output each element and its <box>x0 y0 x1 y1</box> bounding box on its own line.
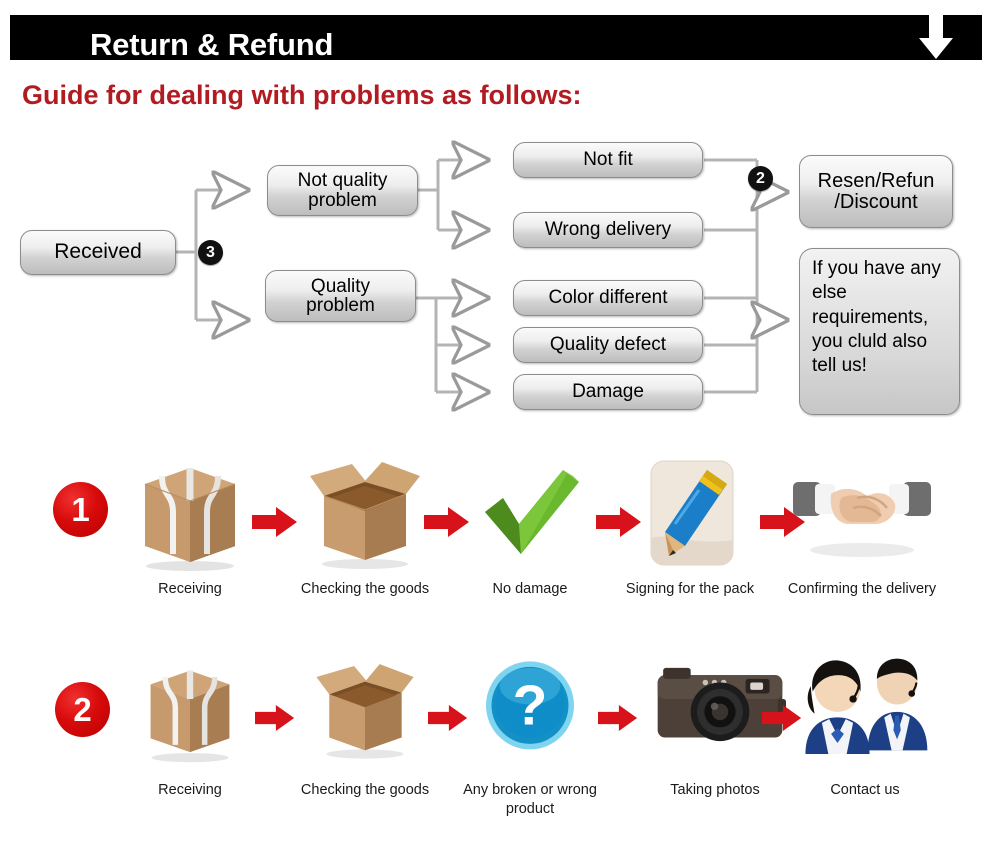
sealed-box-icon <box>115 454 265 574</box>
badge-resolution-2: 2 <box>748 166 773 191</box>
step-badge-2-label: 2 <box>73 690 92 728</box>
process-step-caption: Receiving <box>158 581 222 597</box>
process-step-caption: Signing for the pack <box>625 581 755 597</box>
step-badge-1-label: 1 <box>71 490 90 528</box>
process-step-caption: Contact us <box>830 782 900 798</box>
badge-branch-3-label: 3 <box>206 243 215 261</box>
svg-text:?: ? <box>513 675 548 738</box>
support-people-icon <box>790 655 940 775</box>
process-step-caption: Receiving <box>158 782 222 798</box>
node-quality-problem: Quality problem <box>265 270 416 322</box>
badge-branch-3: 3 <box>198 240 223 265</box>
node-color-different: Color different <box>513 280 703 316</box>
node-not-quality-problem: Not quality problem <box>267 165 418 216</box>
process-step-confirming: Confirming the delivery <box>787 454 937 599</box>
node-not-fit: Not fit <box>513 142 703 178</box>
node-extra-requirements: If you have any else requirements, you c… <box>799 248 960 415</box>
green-check-icon <box>455 454 605 574</box>
node-wrong-delivery: Wrong delivery <box>513 212 703 248</box>
process-step-caption: Checking the goods <box>300 581 430 597</box>
blue-question-icon: ? <box>455 655 605 775</box>
process-step-any-broken: ? Any broken or wrong product <box>455 655 605 818</box>
process-step-checking-2: Checking the goods <box>290 655 440 800</box>
step-badge-1: 1 <box>53 482 108 537</box>
process-row-2: 2 Receiving Checking the goods ? Any bro… <box>0 655 1000 841</box>
return-refund-infographic: Return & Refund Guide for dealing with p… <box>0 0 1000 841</box>
badge-resolution-2-label: 2 <box>756 169 765 187</box>
node-quality-defect-label: Quality defect <box>549 333 667 355</box>
node-wrong-delivery-label: Wrong delivery <box>544 218 672 240</box>
down-arrow-icon <box>918 12 954 60</box>
node-not-quality-problem-label: Not quality problem <box>297 170 388 211</box>
process-step-no-damage: No damage <box>455 454 605 599</box>
process-step-caption: Taking photos <box>670 782 760 798</box>
process-step-signing: Signing for the pack <box>615 454 765 599</box>
handshake-icon <box>787 454 937 574</box>
node-not-fit-label: Not fit <box>583 148 633 170</box>
node-quality-problem-label: Quality problem <box>306 275 375 316</box>
node-quality-defect: Quality defect <box>513 327 703 363</box>
process-step-caption: No damage <box>492 581 568 597</box>
problem-flowchart: Received 3 Not quality problem Quality p… <box>0 130 1000 430</box>
guide-heading: Guide for dealing with problems as follo… <box>22 80 582 110</box>
node-received: Received <box>20 230 176 275</box>
process-step-caption: Confirming the delivery <box>787 581 937 597</box>
step-badge-2: 2 <box>55 682 110 737</box>
process-step-checking-1: Checking the goods <box>290 454 440 599</box>
process-step-caption: Checking the goods <box>300 782 430 798</box>
node-damage-label: Damage <box>572 380 644 402</box>
process-row-1: 1 Receiving Checking the goods No damage… <box>0 452 1000 647</box>
node-color-different-label: Color different <box>548 286 668 308</box>
header-banner: Return & Refund <box>10 15 982 60</box>
page-title: Return & Refund <box>90 27 334 62</box>
pencil-signing-icon <box>615 454 765 574</box>
node-received-label: Received <box>54 240 142 264</box>
process-step-caption: Any broken or wrong product <box>463 782 597 817</box>
process-step-receiving-1: Receiving <box>115 454 265 599</box>
red-right-arrow-icon <box>598 703 644 737</box>
node-resend-refund-discount-label: Resen/Refun /Discount <box>817 170 935 213</box>
process-step-receiving-2: Receiving <box>115 655 265 800</box>
node-damage: Damage <box>513 374 703 410</box>
node-extra-requirements-label: If you have any else requirements, you c… <box>812 258 941 377</box>
open-box-icon <box>290 655 440 775</box>
process-step-contact-us: Contact us <box>790 655 940 800</box>
open-box-icon <box>290 454 440 574</box>
sealed-box-icon <box>115 655 265 775</box>
node-resend-refund-discount: Resen/Refun /Discount <box>799 155 953 228</box>
